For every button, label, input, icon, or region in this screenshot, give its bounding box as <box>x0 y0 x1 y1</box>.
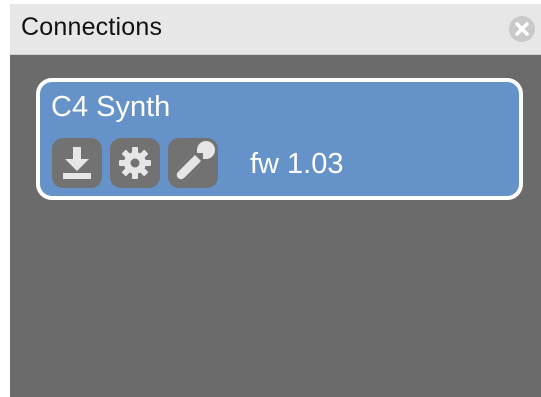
download-button[interactable] <box>52 138 102 188</box>
settings-button[interactable] <box>110 138 160 188</box>
device-card[interactable]: C4 Synth fw 1.03 <box>36 78 523 200</box>
gear-icon <box>119 147 151 179</box>
wrench-icon <box>176 141 215 180</box>
panel-title: Connections <box>21 13 163 41</box>
download-icon <box>63 147 91 179</box>
close-icon[interactable] <box>509 16 535 42</box>
firmware-version: fw 1.03 <box>250 148 344 180</box>
connections-panel: Connections C4 Synth fw 1.03 <box>10 4 541 397</box>
tools-button[interactable] <box>168 138 218 188</box>
panel-header: Connections <box>10 4 541 55</box>
device-name: C4 Synth <box>51 91 171 123</box>
